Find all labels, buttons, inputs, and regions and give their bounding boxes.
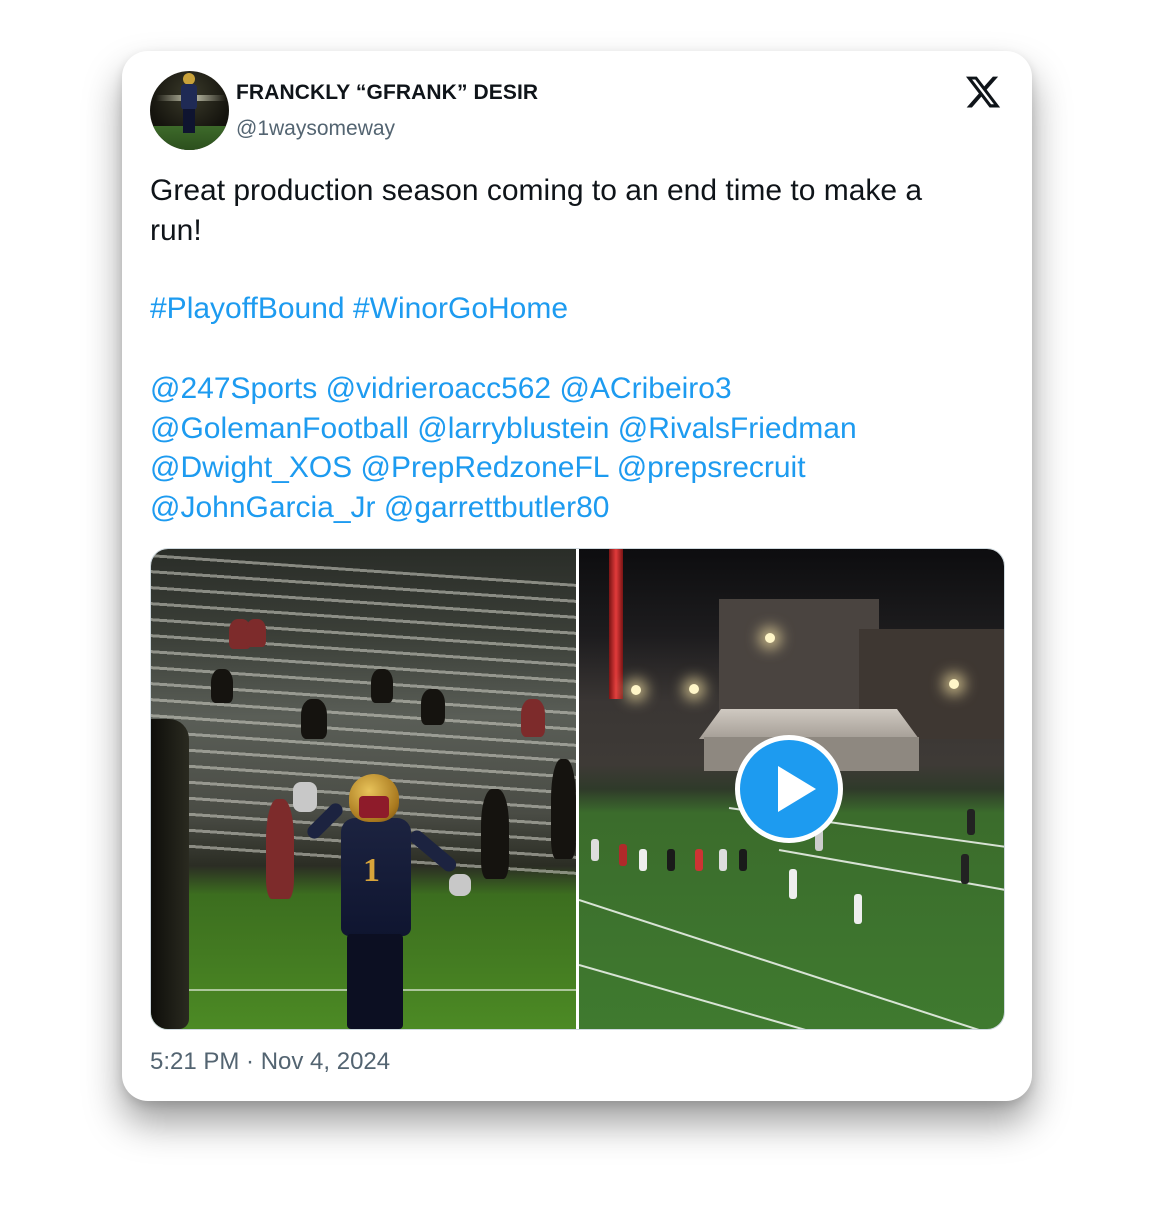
- field-player: [667, 849, 675, 871]
- stadium-lamp: [765, 633, 775, 643]
- author-handle[interactable]: @1waysomeway: [236, 117, 395, 141]
- hashtag-line: #PlayoffBound #WinorGoHome: [150, 289, 1010, 329]
- tweet-body: Great production season coming to an end…: [150, 171, 1010, 251]
- tweet-text-line: Great production season coming to an end…: [150, 174, 923, 207]
- field-player: [739, 849, 747, 871]
- play-button[interactable]: [735, 735, 843, 843]
- mention-line: @JohnGarcia_Jr @garrettbutler80: [150, 488, 1010, 528]
- building: [719, 599, 879, 719]
- mention-link[interactable]: @vidrieroacc562: [326, 372, 552, 405]
- spectator: [211, 669, 233, 703]
- mention-link[interactable]: @GolemanFootball: [150, 412, 409, 445]
- author-display-name[interactable]: FRANCKLY “GFRANK” DESIR: [236, 81, 538, 105]
- tent-roof: [699, 709, 919, 739]
- author-avatar[interactable]: [150, 71, 229, 150]
- yard-line: [778, 849, 1004, 893]
- mention-line: @Dwight_XOS @PrepRedzoneFL @prepsrecruit: [150, 448, 1010, 488]
- tweet-timestamp[interactable]: 5:21 PM · Nov 4, 2024: [150, 1048, 390, 1076]
- main-player: 1: [293, 774, 481, 1029]
- hashtag-link[interactable]: #WinorGoHome: [353, 292, 568, 325]
- mention-link[interactable]: @247Sports: [150, 372, 317, 405]
- sideline-person: [481, 789, 509, 879]
- field-player: [961, 854, 969, 884]
- mention-link[interactable]: @garrettbutler80: [384, 491, 610, 524]
- mention-link[interactable]: @JohnGarcia_Jr: [150, 491, 376, 524]
- mention-line: @GolemanFootball @larryblustein @RivalsF…: [150, 409, 1010, 449]
- field-player: [619, 844, 627, 866]
- yard-line: [579, 899, 998, 1029]
- mention-link[interactable]: @RivalsFriedman: [618, 412, 857, 445]
- field-player: [967, 809, 975, 835]
- red-pole: [609, 549, 623, 699]
- football-player-photo[interactable]: 1: [151, 549, 576, 1029]
- spectator: [521, 699, 545, 737]
- field-player: [789, 869, 797, 899]
- tweet-text-line: run!: [150, 214, 202, 247]
- avatar-player: [180, 73, 198, 135]
- mention-line: @247Sports @vidrieroacc562 @ACribeiro3: [150, 369, 1010, 409]
- media-grid: 1: [150, 548, 1005, 1030]
- sideline-person: [266, 799, 294, 899]
- field-player: [719, 849, 727, 871]
- spectator: [421, 689, 445, 725]
- field-player: [639, 849, 647, 871]
- mention-link[interactable]: @Dwight_XOS: [150, 451, 352, 484]
- yard-line: [579, 964, 1003, 1029]
- mentions-block: @247Sports @vidrieroacc562 @ACribeiro3 @…: [150, 369, 1010, 527]
- sideline-person: [551, 759, 576, 859]
- field-player: [854, 894, 862, 924]
- hashtag-link[interactable]: #PlayoffBound: [150, 292, 345, 325]
- field-player: [591, 839, 599, 861]
- spectator: [301, 699, 327, 739]
- spectator: [371, 669, 393, 703]
- mention-link[interactable]: @PrepRedzoneFL: [361, 451, 609, 484]
- football-field-video[interactable]: [579, 549, 1004, 1029]
- x-logo-icon[interactable]: [964, 73, 1002, 111]
- mention-link[interactable]: @ACribeiro3: [559, 372, 731, 405]
- play-icon: [778, 766, 816, 812]
- stadium-lamp: [631, 685, 641, 695]
- stadium-lamp: [949, 679, 959, 689]
- mention-link[interactable]: @prepsrecruit: [617, 451, 806, 484]
- foreground-player: [151, 719, 189, 1029]
- tweet-card: FRANCKLY “GFRANK” DESIR @1waysomeway Gre…: [122, 51, 1032, 1101]
- spectator: [246, 619, 266, 647]
- stadium-lamp: [689, 684, 699, 694]
- field-player: [695, 849, 703, 871]
- mention-link[interactable]: @larryblustein: [417, 412, 609, 445]
